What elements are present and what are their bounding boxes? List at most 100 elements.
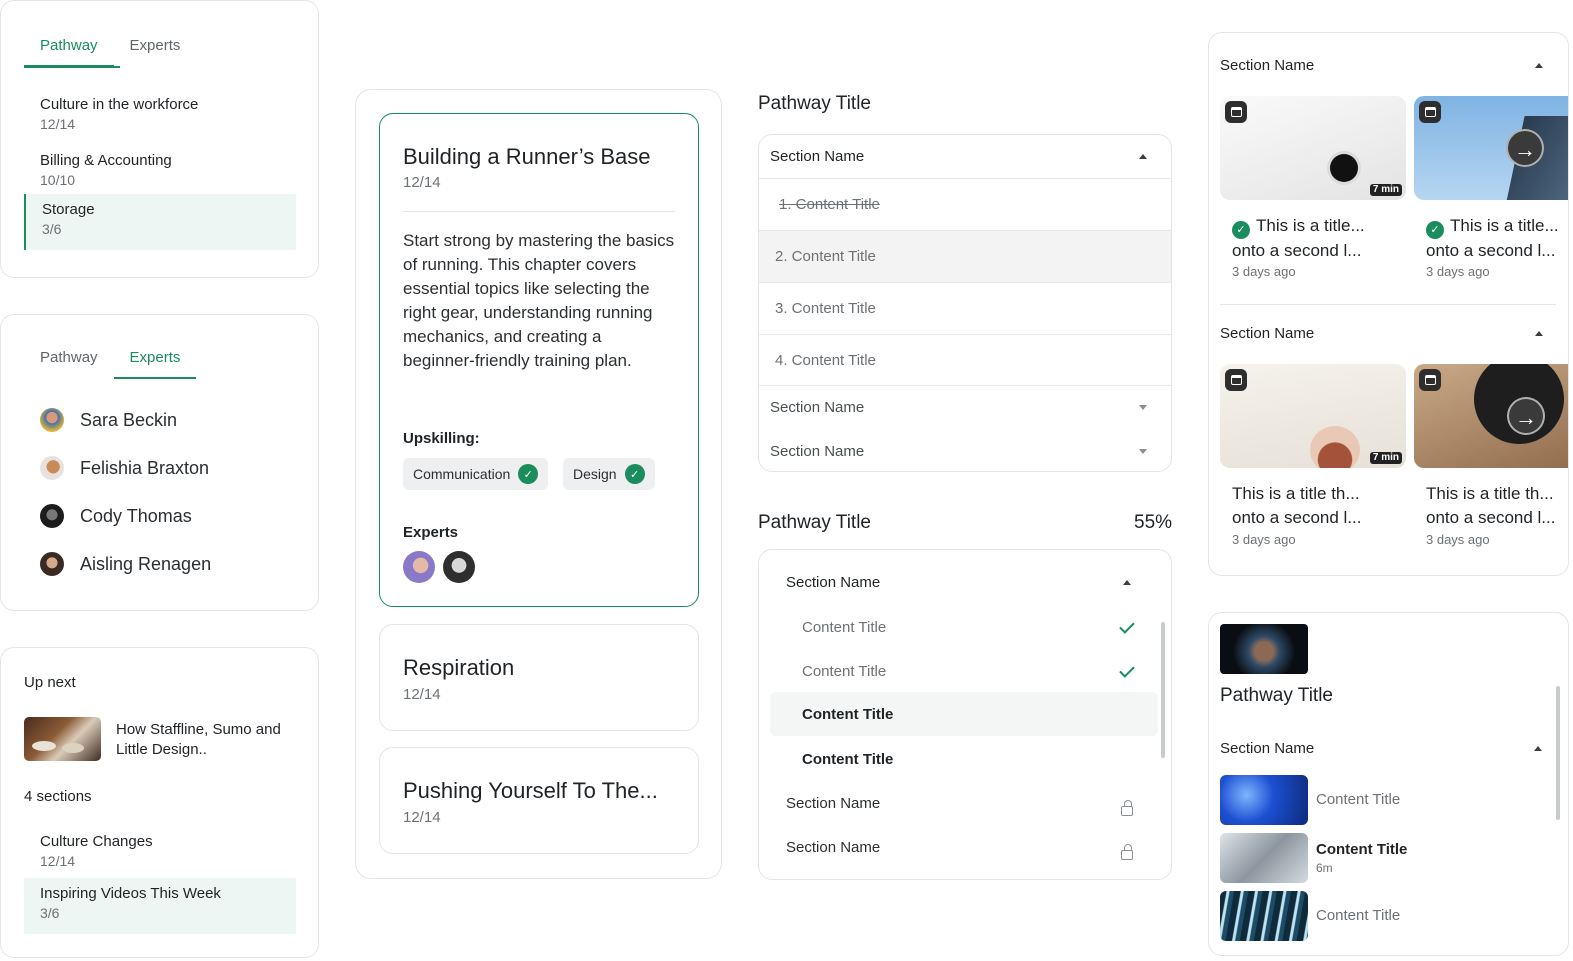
item-progress: 3/6	[40, 905, 60, 921]
section-list-item-selected[interactable]: Inspiring Videos This Week 3/6	[24, 878, 296, 934]
lock-icon	[1121, 800, 1133, 816]
chapter-progress: 12/14	[403, 809, 441, 826]
avatar[interactable]	[443, 551, 475, 583]
video-thumbnail[interactable]	[24, 717, 101, 761]
skill-chip[interactable]: Design ✓	[563, 458, 655, 490]
pathway-list-item[interactable]: Culture in the workforce 12/14	[24, 89, 296, 145]
arrow-right-icon[interactable]: →	[1507, 397, 1545, 435]
pathway-list-panel: Pathway Experts Culture in the workforce…	[0, 0, 319, 278]
scrollbar[interactable]	[1161, 622, 1165, 758]
video-title: ✓ This is a title... onto a second l...	[1426, 216, 1559, 260]
item-progress: 12/14	[40, 116, 76, 132]
skill-chip[interactable]: Communication ✓	[403, 458, 549, 490]
section-name: Section Name	[1220, 325, 1315, 342]
up-next-panel: Up next How Staffline, Sumo and Little D…	[0, 647, 319, 958]
chevron-up-icon	[1123, 580, 1131, 585]
lock-icon	[1121, 844, 1133, 860]
sections-count: 4 sections	[24, 788, 92, 805]
arrow-right-icon[interactable]: →	[1506, 129, 1544, 167]
section-header-closed[interactable]: Section Name	[759, 437, 1171, 473]
duration-badge: 7 min	[1369, 452, 1402, 464]
item-title: Storage	[42, 201, 95, 218]
chevron-up-icon	[1535, 63, 1543, 68]
section-name: Section Name	[1220, 740, 1315, 757]
scrollbar[interactable]	[1556, 686, 1560, 820]
tab-experts[interactable]: Experts	[114, 31, 197, 67]
chapter-card[interactable]: Pushing Yourself To The... 12/14	[379, 747, 699, 854]
content-thumbnail	[1220, 775, 1308, 825]
video-title: ✓ This is a title... onto a second l...	[1232, 216, 1365, 260]
thumb-cup	[1330, 154, 1358, 182]
verified-badge-icon: ✓	[1232, 221, 1250, 239]
content-item[interactable]: Content Title	[1209, 891, 1549, 941]
tab-pathway[interactable]: Pathway	[24, 31, 114, 67]
expert-name: Sara Beckin	[80, 409, 178, 430]
section-header[interactable]: Section Name	[1220, 740, 1550, 764]
content-title: Content Title	[802, 619, 887, 636]
section-header-locked[interactable]: Section Name	[759, 786, 1159, 822]
video-title[interactable]: How Staffline, Sumo and Little Design..	[116, 720, 301, 760]
content-row[interactable]: Content Title	[770, 742, 1158, 778]
chapter-card[interactable]: Respiration 12/14	[379, 624, 699, 731]
content-row-completed[interactable]: Content Title	[770, 610, 1158, 646]
expert-row[interactable]: Aisling Renagen	[40, 552, 211, 576]
content-item[interactable]: Content Title 6m	[1209, 833, 1549, 883]
chapter-card-active[interactable]: Building a Runner’s Base 12/14 Start str…	[379, 113, 699, 607]
section-name: Section Name	[1220, 57, 1315, 74]
divider	[403, 211, 675, 212]
expert-name: Aisling Renagen	[80, 553, 212, 574]
video-thumbnail: 7 min	[1220, 96, 1406, 200]
video-card[interactable]: 7 min This is a title th... onto a second…	[1220, 364, 1407, 550]
calendar-icon	[1419, 101, 1441, 123]
upskilling-label: Upskilling:	[403, 430, 480, 447]
section-list-item[interactable]: Culture Changes 12/14	[24, 826, 296, 882]
avatar[interactable]	[403, 551, 435, 583]
section-name: Section Name	[786, 839, 881, 856]
content-item[interactable]: Content Title	[1209, 775, 1549, 825]
content-row-selected[interactable]: 2. Content Title	[759, 230, 1171, 282]
content-row[interactable]: 3. Content Title	[759, 282, 1171, 334]
pathway-title: Pathway Title	[758, 512, 871, 533]
video-thumbnail	[1414, 96, 1568, 200]
content-title: Content Title	[1316, 791, 1401, 808]
divider	[1220, 304, 1556, 305]
expert-row[interactable]: Felishia Braxton	[40, 456, 209, 480]
section-header-closed[interactable]: Section Name	[759, 393, 1171, 429]
pathway-list-item-selected[interactable]: Storage 3/6	[24, 194, 296, 250]
expert-row[interactable]: Sara Beckin	[40, 408, 177, 432]
item-title: Inspiring Videos This Week	[40, 885, 221, 902]
section-name: Section Name	[786, 574, 881, 591]
content-row-completed[interactable]: Content Title	[770, 654, 1158, 690]
tab-pathway[interactable]: Pathway	[24, 343, 114, 379]
section-header[interactable]: Section Name	[1220, 325, 1550, 349]
section-header-open[interactable]: Section Name	[759, 135, 1171, 178]
video-card[interactable]: This is a title th... onto a second l... …	[1414, 364, 1568, 550]
content-row[interactable]: 4. Content Title	[759, 334, 1171, 386]
expert-name: Cody Thomas	[80, 505, 192, 526]
video-title: This is a title th... onto a second l...	[1426, 484, 1556, 527]
section-header[interactable]: Section Name	[1220, 57, 1550, 81]
avatar	[40, 408, 64, 432]
expert-row[interactable]: Cody Thomas	[40, 504, 192, 528]
section-header-open[interactable]: Section Name	[759, 568, 1171, 598]
verified-badge-icon: ✓	[1426, 221, 1444, 239]
calendar-icon	[1419, 369, 1441, 391]
video-time: 3 days ago	[1232, 264, 1296, 279]
chevron-up-icon	[1535, 331, 1543, 336]
chevron-down-icon	[1139, 449, 1147, 454]
pathway-list-item[interactable]: Billing & Accounting 10/10	[24, 145, 296, 201]
section-header-locked[interactable]: Section Name	[759, 830, 1159, 866]
content-row-current[interactable]: Content Title	[770, 692, 1158, 736]
thumb-person	[1310, 426, 1360, 468]
calendar-icon	[1225, 369, 1247, 391]
content-row-completed[interactable]: 1. Content Title	[759, 178, 1171, 230]
video-card[interactable]: ✓ This is a title... onto a second l... 3 …	[1414, 96, 1568, 282]
video-card[interactable]: 7 min ✓ This is a title... onto a second l…	[1220, 96, 1407, 282]
video-time: 3 days ago	[1232, 532, 1296, 547]
chapter-progress: 12/14	[403, 174, 441, 191]
chapter-title: Respiration	[403, 655, 515, 680]
tab-divider	[24, 66, 120, 68]
chapter-progress: 12/14	[403, 686, 441, 703]
tab-experts[interactable]: Experts	[113, 343, 197, 379]
content-title: Content Title	[802, 706, 894, 723]
